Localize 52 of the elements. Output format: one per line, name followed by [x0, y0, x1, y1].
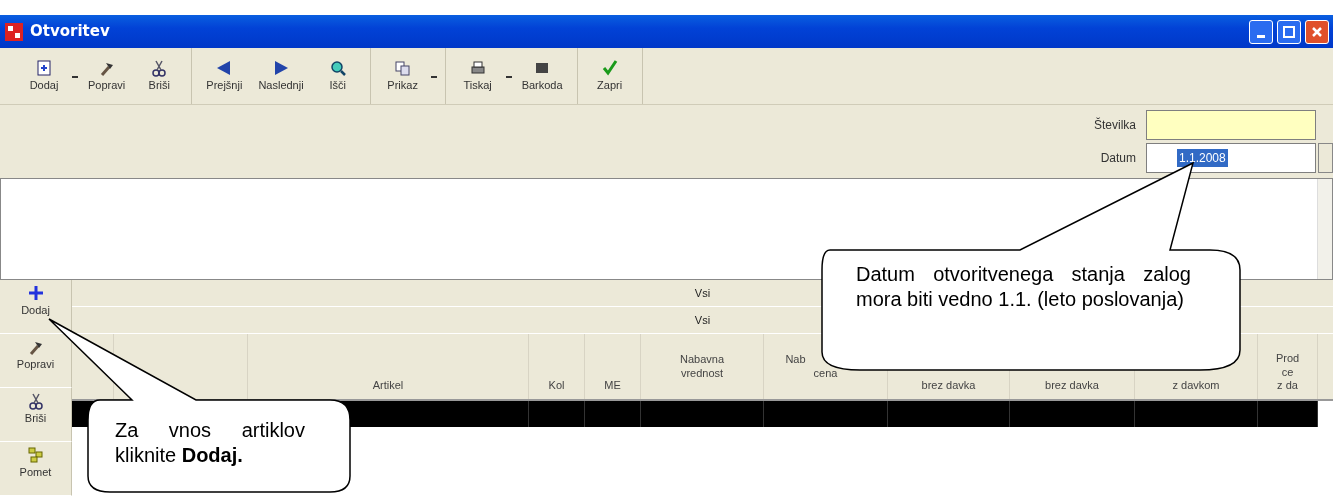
field-label: Datum — [1100, 150, 1136, 167]
close-icon — [1311, 25, 1323, 38]
column-header[interactable]: Nab — [785, 352, 806, 367]
group-header: Vsi — [694, 285, 711, 301]
column-header[interactable]: cena — [813, 366, 838, 381]
side-button[interactable]: Briši — [0, 388, 72, 442]
right-arrow-icon — [272, 58, 290, 77]
column-header[interactable]: Prod ce z da — [1275, 351, 1300, 393]
search-icon — [328, 58, 347, 77]
plus-icon — [26, 284, 45, 303]
toolbar-button[interactable]: Dodaj — [20, 56, 68, 96]
group-header: Vsi — [694, 312, 711, 328]
callout-text: Datum otvoritvenega stanja zalog mora biti vedno 1.1. (leto poslovanja) — [856, 262, 1191, 312]
window-title: Otvoritev — [30, 21, 110, 43]
printer-icon — [468, 58, 487, 77]
minimize-icon — [1257, 34, 1265, 38]
app-icon — [4, 21, 24, 42]
maximize-icon — [1283, 25, 1295, 38]
toolbar-button[interactable]: Išči — [313, 56, 362, 96]
document-plus-icon — [35, 58, 53, 77]
column-header[interactable]: brez davka — [1045, 379, 1099, 393]
toolbar-button[interactable]: Popravi — [82, 56, 132, 96]
field-label: Številka — [1093, 116, 1136, 134]
number-field[interactable] — [1146, 110, 1316, 140]
boxes-icon — [26, 446, 45, 465]
column-header[interactable]: Kol — [548, 379, 565, 393]
toolbar-button[interactable]: Naslednji — [252, 56, 310, 96]
scissors-icon — [150, 58, 169, 77]
maximize-button[interactable] — [1277, 19, 1301, 44]
toolbar-button[interactable]: Tiskaj — [453, 56, 502, 96]
column-header[interactable]: brez davka — [921, 379, 976, 393]
callout-text: Za vnos artiklov kliknite Dodaj. — [115, 418, 305, 468]
toolbar-button[interactable]: Barkoda — [515, 56, 569, 96]
minimize-button[interactable] — [1249, 19, 1273, 44]
toolbar-button[interactable]: Prejšnji — [200, 56, 249, 96]
copy-pages-icon — [393, 58, 412, 77]
close-button[interactable] — [1305, 19, 1329, 44]
date-field[interactable]: 1.1.2008 — [1146, 143, 1316, 173]
checkmark-icon — [600, 58, 619, 77]
column-header[interactable]: Nabavna vrednost — [679, 352, 724, 381]
column-header[interactable]: Artikel — [372, 379, 404, 393]
column-header[interactable]: z davkom — [1172, 379, 1220, 393]
scrollbar[interactable] — [1317, 179, 1332, 279]
browse-button[interactable] — [1318, 143, 1333, 173]
toolbar-button[interactable]: Zapri — [585, 56, 634, 96]
scissors-icon — [26, 392, 45, 411]
side-button[interactable]: Dodaj — [0, 280, 72, 334]
field-value: 1.1.2008 — [1177, 149, 1228, 167]
column-header[interactable]: ME — [604, 379, 621, 393]
toolbar-button[interactable]: Prikaz — [378, 56, 427, 96]
toolbar-button[interactable]: Briši — [135, 56, 184, 96]
side-button[interactable]: Pomet — [0, 442, 72, 496]
